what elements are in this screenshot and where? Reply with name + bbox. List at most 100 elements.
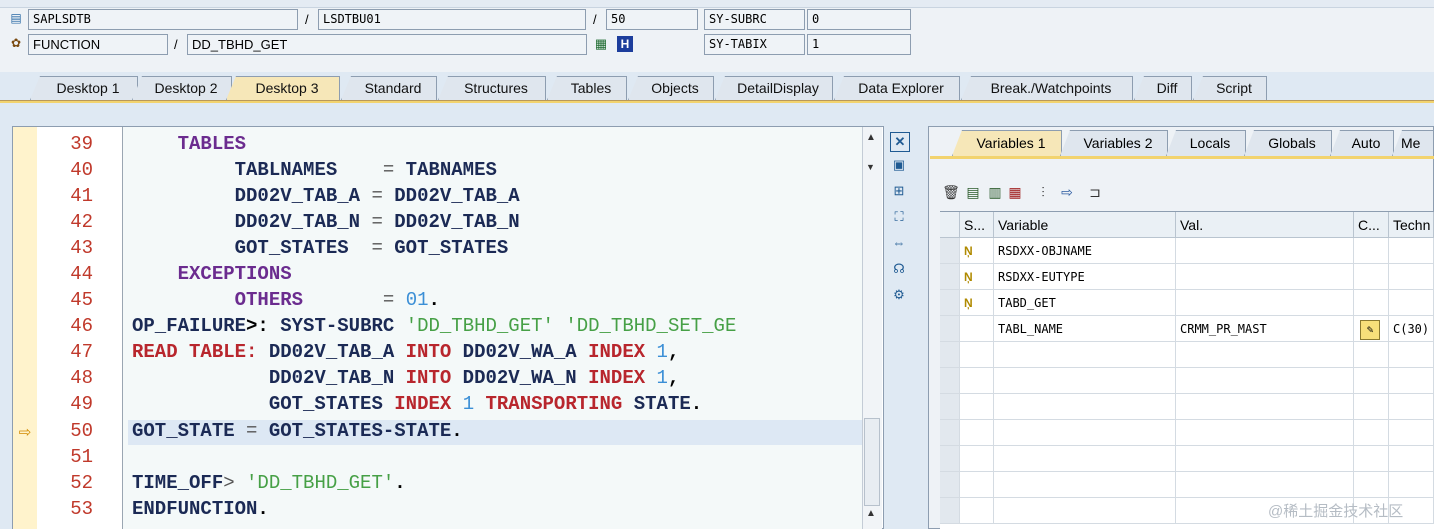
- line-number: 52: [70, 472, 93, 494]
- change-cell: [1354, 290, 1389, 316]
- table-row[interactable]: Ņ RSDXX-OBJNAME: [940, 238, 1434, 264]
- line-number: 45: [70, 289, 93, 311]
- variable-name[interactable]: RSDXX-EUTYPE: [994, 264, 1176, 290]
- variable-type-icon: Ņ: [960, 264, 994, 290]
- line-number: 44: [70, 263, 93, 285]
- change-variable-icon[interactable]: ⫶: [1034, 182, 1052, 202]
- reload-icon[interactable]: ☊: [890, 260, 908, 278]
- table-row-empty[interactable]: [940, 420, 1434, 446]
- divider: [122, 127, 123, 529]
- column-header-technical-type[interactable]: Techn: [1389, 212, 1434, 238]
- tab-diff[interactable]: Diff: [1134, 76, 1192, 100]
- table-row[interactable]: TABL_NAME CRMM_PR_MAST ✎ C(30): [940, 316, 1434, 342]
- variable-name[interactable]: RSDXX-OBJNAME: [994, 238, 1176, 264]
- row-selector[interactable]: [940, 238, 960, 264]
- settings-icon[interactable]: ⊐: [1086, 182, 1104, 202]
- code-line: DD02V_TAB_N INTO DD02V_WA_N INDEX 1,: [268, 367, 680, 389]
- navigate-icon[interactable]: ⇨: [1058, 182, 1076, 202]
- remove-row-icon[interactable]: ▦: [1006, 182, 1024, 202]
- current-statement-arrow-icon: ⇨: [18, 424, 32, 441]
- change-cell: ✎: [1354, 316, 1389, 342]
- delete-icon[interactable]: 🗑: [942, 182, 960, 202]
- variable-value[interactable]: [1176, 290, 1354, 316]
- tab-break-watchpoints[interactable]: Break./Watchpoints: [961, 76, 1133, 100]
- right-tab-underline: [930, 156, 1434, 159]
- change-cell: [1354, 264, 1389, 290]
- tab-auto[interactable]: Auto: [1330, 130, 1394, 156]
- column-header-change[interactable]: C...: [1354, 212, 1389, 238]
- tab-desktop-1[interactable]: Desktop 1: [30, 76, 138, 100]
- row-selector[interactable]: [940, 264, 960, 290]
- row-selector[interactable]: [940, 316, 960, 342]
- variable-value[interactable]: CRMM_PR_MAST: [1176, 316, 1354, 342]
- maximize-icon[interactable]: ⛶: [890, 208, 908, 226]
- side-toolbar: ✕ ▣ ⊞ ⛶ ⇔ ☊ ⚙: [886, 126, 914, 326]
- change-cell: [1354, 238, 1389, 264]
- line-number: 46: [70, 315, 93, 337]
- column-header-value[interactable]: Val.: [1176, 212, 1354, 238]
- variable-value[interactable]: [1176, 264, 1354, 290]
- watermark-text: @稀土掘金技术社区: [1268, 503, 1404, 520]
- code-line: OP_FAILURE>: SYST-SUBRC 'DD_TBHD_GET' 'D…: [132, 315, 737, 337]
- table-row-empty[interactable]: [940, 342, 1434, 368]
- variable-type-icon: Ņ: [960, 290, 994, 316]
- code-lines: TABLES TABLNAMES = TABNAMES DD02V_TAB_A …: [132, 0, 862, 529]
- swap-icon[interactable]: ⇔: [890, 234, 908, 252]
- column-header-status[interactable]: S...: [960, 212, 994, 238]
- code-line-current: GOT_STATE = GOT_STATES-STATE.: [132, 420, 463, 442]
- variables-table: S... Variable Val. C... Techn Ņ RSDXX-OB…: [940, 211, 1434, 529]
- column-header-variable[interactable]: Variable: [994, 212, 1176, 238]
- code-line: TABLNAMES = TABNAMES: [234, 159, 497, 181]
- technical-type: [1389, 290, 1434, 316]
- table-row-empty[interactable]: [940, 446, 1434, 472]
- tab-script[interactable]: Script: [1193, 76, 1267, 100]
- technical-type: C(30): [1389, 316, 1434, 342]
- code-line: READ TABLE: DD02V_TAB_A INTO DD02V_WA_A …: [132, 341, 680, 363]
- variable-type-cell: [960, 316, 994, 342]
- split-icon[interactable]: ⊞: [890, 182, 908, 200]
- variable-value[interactable]: [1176, 238, 1354, 264]
- variables-toolbar: 🗑 ▤ ▥ ▦ ⫶ ⇨ ⊐: [940, 182, 1140, 204]
- line-number: 50: [70, 420, 93, 442]
- new-window-icon[interactable]: ▣: [890, 156, 908, 174]
- row-selector[interactable]: [940, 290, 960, 316]
- table-row-empty[interactable]: [940, 472, 1434, 498]
- close-icon[interactable]: ✕: [890, 132, 910, 152]
- scroll-up-icon[interactable]: ▲: [866, 508, 876, 519]
- line-number: 39: [70, 133, 93, 155]
- code-line: DD02V_TAB_A = DD02V_TAB_A: [234, 185, 520, 207]
- code-line: TABLES: [177, 133, 247, 155]
- tab-locals[interactable]: Locals: [1166, 130, 1246, 156]
- edit-pencil-icon[interactable]: ✎: [1360, 320, 1380, 340]
- tools-icon[interactable]: ⚙: [890, 286, 908, 304]
- append-row-icon[interactable]: ▥: [986, 182, 1004, 202]
- line-number: 51: [70, 446, 93, 468]
- variable-name[interactable]: TABD_GET: [994, 290, 1176, 316]
- table-row[interactable]: Ņ TABD_GET: [940, 290, 1434, 316]
- code-line: DD02V_TAB_N = DD02V_TAB_N: [234, 211, 520, 233]
- breakpoint-gutter[interactable]: [13, 127, 37, 529]
- scroll-up-icon[interactable]: ▲: [866, 132, 876, 143]
- tab-variables-2[interactable]: Variables 2: [1060, 130, 1168, 156]
- technical-type: [1389, 238, 1434, 264]
- line-number: 43: [70, 237, 93, 259]
- tab-variables-1[interactable]: Variables 1: [952, 130, 1062, 156]
- table-row-empty[interactable]: [940, 394, 1434, 420]
- variable-type-icon: Ņ: [960, 238, 994, 264]
- scroll-thumb[interactable]: [864, 418, 880, 506]
- insert-row-icon[interactable]: ▤: [964, 182, 982, 202]
- tab-globals[interactable]: Globals: [1244, 130, 1332, 156]
- code-line: GOT_STATES = GOT_STATES: [234, 237, 509, 259]
- code-line: GOT_STATES INDEX 1 TRANSPORTING STATE.: [268, 393, 703, 415]
- scroll-down-icon[interactable]: ▼: [866, 162, 875, 172]
- code-line: ENDFUNCTION.: [132, 498, 269, 520]
- table-row[interactable]: Ņ RSDXX-EUTYPE: [940, 264, 1434, 290]
- line-number: 42: [70, 211, 93, 233]
- program-icon: ▤: [10, 11, 22, 25]
- line-number: 41: [70, 185, 93, 207]
- technical-type: [1389, 264, 1434, 290]
- row-selector-header[interactable]: [940, 212, 960, 238]
- function-icon: ✿: [10, 36, 22, 50]
- variable-name[interactable]: TABL_NAME: [994, 316, 1176, 342]
- table-row-empty[interactable]: [940, 368, 1434, 394]
